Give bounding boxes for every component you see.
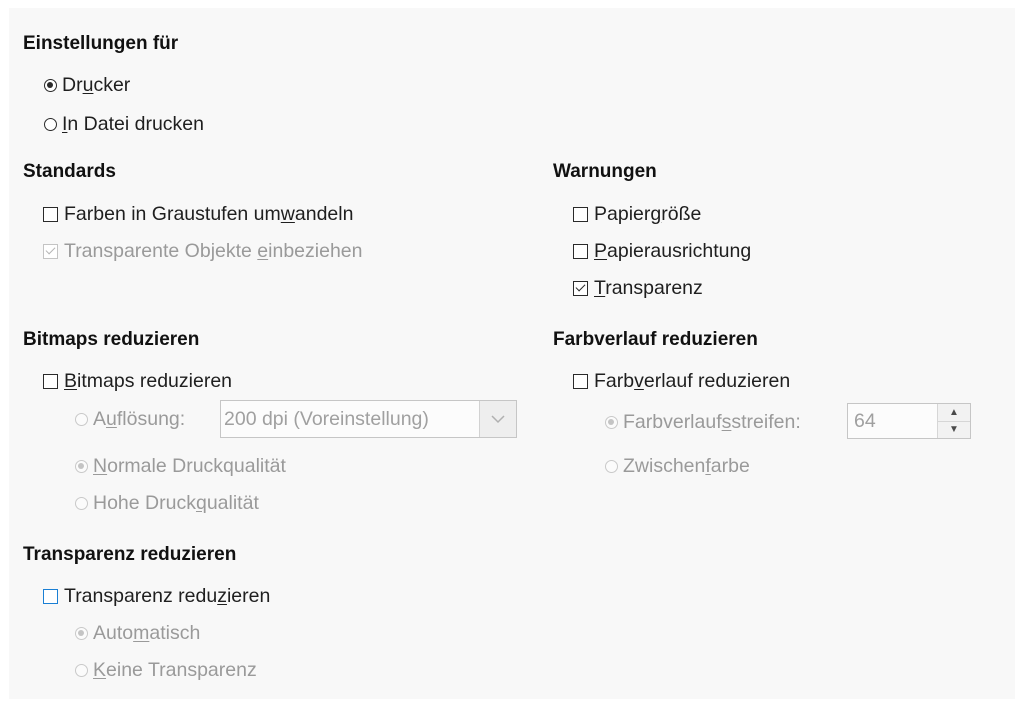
checkbox-indicator (573, 243, 588, 259)
reduce-gradient-label: Farbverlauf reduzieren (594, 370, 791, 392)
no-transparency-label: Keine Transparenz (93, 659, 257, 681)
transparency-warning-label: Transparenz (594, 277, 703, 299)
high-quality-label: Hohe Druckqualität (93, 492, 259, 514)
paper-size-checkbox[interactable]: Papiergröße (573, 202, 701, 226)
grayscale-checkbox[interactable]: Farben in Graustufen umwandeln (43, 202, 353, 226)
checkbox-indicator (43, 588, 58, 604)
reduce-transparency-label: Transparenz reduzieren (64, 585, 271, 607)
intermediate-color-radio[interactable]: Zwischenfarbe (605, 454, 750, 478)
warnings-heading: Warnungen (553, 161, 657, 182)
paper-orientation-checkbox[interactable]: Papierausrichtung (573, 239, 751, 263)
normal-quality-radio[interactable]: Normale Druckqualität (75, 454, 286, 478)
intermediate-color-label: Zwischenfarbe (623, 455, 750, 477)
resolution-dropdown[interactable]: 200 dpi (Voreinstellung) (220, 400, 517, 438)
defaults-heading: Standards (23, 161, 116, 182)
resolution-label: Auflösung: (93, 408, 186, 430)
resolution-value: 200 dpi (Voreinstellung) (224, 407, 429, 430)
paper-orientation-label: Papierausrichtung (594, 240, 752, 262)
paper-size-label: Papiergröße (594, 203, 702, 225)
gradient-stripes-value: 64 (854, 409, 876, 432)
print-to-file-radio[interactable]: In Datei drucken (44, 112, 204, 136)
checkbox-indicator (43, 243, 58, 259)
radio-indicator (605, 459, 618, 473)
reduce-transparency-heading: Transparenz reduzieren (23, 544, 237, 565)
reduce-bitmaps-label: Bitmaps reduzieren (64, 370, 233, 392)
transparency-warning-checkbox[interactable]: Transparenz (573, 276, 703, 300)
spin-buttons: ▲ ▼ (937, 404, 970, 438)
settings-for-heading: Einstellungen für (23, 33, 179, 54)
radio-indicator (44, 78, 57, 92)
radio-indicator (75, 412, 88, 426)
radio-indicator (75, 663, 88, 677)
checkbox-indicator (573, 280, 588, 296)
normal-quality-label: Normale Druckqualität (93, 455, 286, 477)
printer-radio[interactable]: Drucker (44, 73, 130, 97)
resolution-radio[interactable]: Auflösung: (75, 407, 185, 431)
checkbox-indicator (43, 206, 58, 222)
radio-indicator (75, 496, 88, 510)
checkbox-indicator (573, 206, 588, 222)
reduce-transparency-checkbox[interactable]: Transparenz reduzieren (43, 584, 270, 608)
spin-down-icon[interactable]: ▼ (938, 421, 970, 438)
radio-indicator (75, 459, 88, 473)
checkbox-indicator (43, 373, 58, 389)
printer-label: Drucker (62, 74, 131, 96)
radio-indicator (605, 415, 618, 429)
chevron-down-icon[interactable] (479, 401, 516, 437)
radio-indicator (75, 626, 88, 640)
include-transparent-label: Transparente Objekte einbeziehen (64, 240, 363, 262)
radio-indicator (44, 117, 57, 131)
print-to-file-label: In Datei drucken (62, 113, 204, 135)
gradient-stripes-spinbox[interactable]: 64 ▲ ▼ (847, 403, 971, 439)
include-transparent-checkbox[interactable]: Transparente Objekte einbeziehen (43, 239, 363, 263)
reduce-gradient-checkbox[interactable]: Farbverlauf reduzieren (573, 369, 790, 393)
checkbox-indicator (573, 373, 588, 389)
reduce-bitmaps-heading: Bitmaps reduzieren (23, 329, 200, 350)
automatic-label: Automatisch (93, 622, 201, 644)
spin-up-icon[interactable]: ▲ (938, 404, 970, 422)
automatic-radio[interactable]: Automatisch (75, 621, 200, 645)
grayscale-label: Farben in Graustufen umwandeln (64, 203, 354, 225)
reduce-bitmaps-checkbox[interactable]: Bitmaps reduzieren (43, 369, 232, 393)
reduce-gradient-heading: Farbverlauf reduzieren (553, 329, 758, 350)
no-transparency-radio[interactable]: Keine Transparenz (75, 658, 257, 682)
gradient-stripes-radio[interactable]: Farbverlaufsstreifen: (605, 410, 801, 434)
gradient-stripes-label: Farbverlaufsstreifen: (623, 411, 801, 433)
high-quality-radio[interactable]: Hohe Druckqualität (75, 491, 259, 515)
